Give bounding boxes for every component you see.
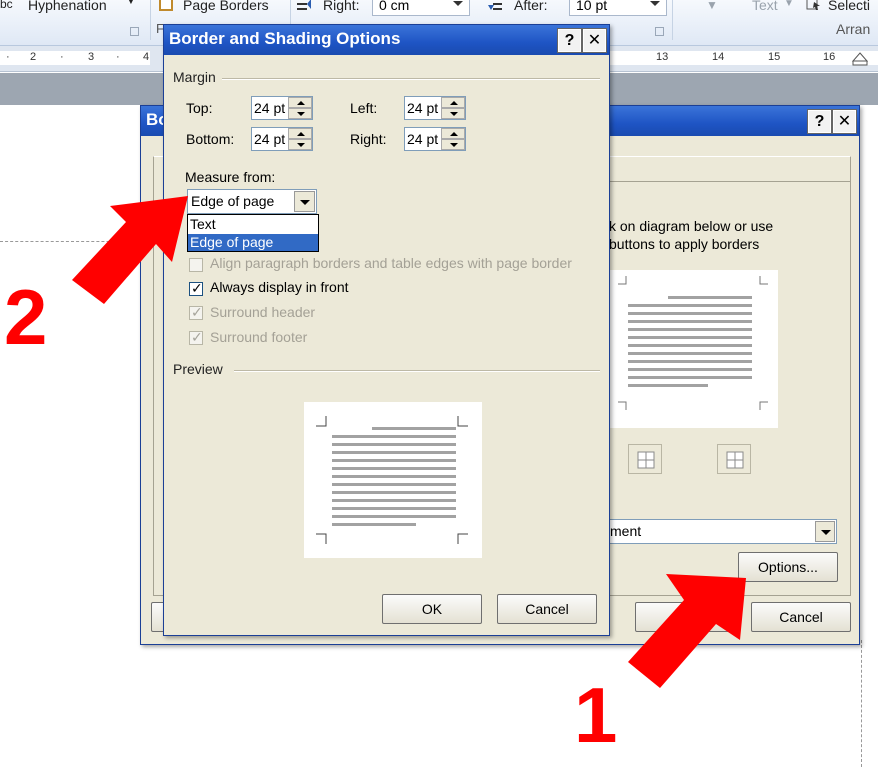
annotation-arrows <box>72 196 746 688</box>
arrow-2-icon <box>72 196 188 304</box>
arrow-1-icon <box>628 574 746 688</box>
step-1-number: 1 <box>574 671 618 759</box>
step-2-number: 2 <box>4 273 48 361</box>
